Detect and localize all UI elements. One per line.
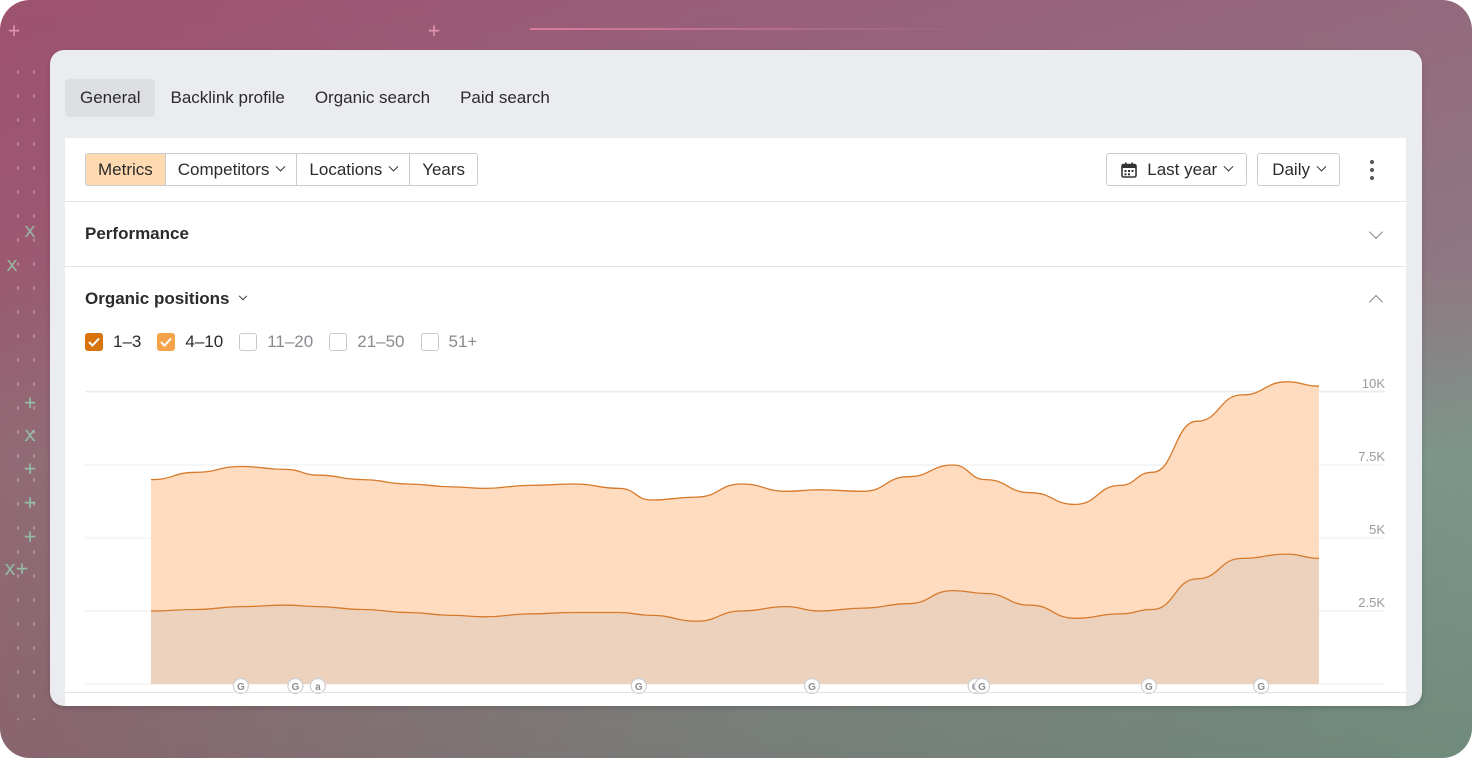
metrics-label: Metrics (98, 159, 153, 179)
tab-general[interactable]: General (65, 79, 156, 117)
filter-label: 1–3 (113, 332, 142, 351)
filter-51-plus[interactable]: 51+ (420, 332, 478, 352)
plus-mark-icon: + (24, 524, 37, 548)
filter-4-10[interactable]: 4–10 (157, 332, 223, 352)
period-label: Last year (1147, 159, 1218, 179)
analytics-card: General Backlink profile Organic search … (50, 50, 1422, 706)
years-label: Years (422, 159, 466, 179)
organic-positions-chart[interactable]: 2.5K 5K 7.5K 10K 0 22 Jul 2025 12 Sep 2025 3 No… (65, 368, 1406, 698)
checkbox-empty-icon[interactable] (239, 333, 258, 351)
tab-organic-search[interactable]: Organic search (300, 79, 445, 117)
chevron-down-icon (388, 161, 399, 172)
y-tick-label: 7.5K (1358, 449, 1385, 464)
plus-mark-icon: + (24, 390, 37, 414)
organic-positions-title: Organic positions (85, 289, 230, 308)
view-toolbar: Metrics Competitors Locations Years (85, 153, 479, 186)
granularity-label: Daily (1272, 159, 1310, 179)
x-tick-label: 12 Sep 2025 (261, 696, 335, 698)
filter-label: 4–10 (185, 332, 224, 351)
chevron-down-icon (1316, 161, 1327, 172)
plus-mark-icon: + (24, 490, 37, 514)
x-tick-label: 8 Apr 2026 (926, 696, 989, 698)
filter-label: 21–50 (357, 332, 405, 351)
x-tick-label: 25 Dec 2025 (591, 696, 665, 698)
divider (65, 692, 1406, 693)
filter-1-3[interactable]: 1–3 (85, 332, 141, 352)
y-tick-label: 5K (1369, 522, 1385, 537)
checkbox-empty-icon[interactable] (329, 333, 348, 351)
chevron-down-icon (1223, 161, 1234, 172)
x-tick-label: 22 Jul 2025 (99, 696, 166, 698)
granularity-dropdown[interactable]: Daily (1257, 153, 1340, 186)
background-line (530, 28, 970, 30)
locations-label: Locations (309, 159, 383, 179)
x-tick-label: 3 Nov 2025 (429, 696, 496, 698)
kebab-menu-icon[interactable] (1358, 153, 1386, 186)
years-button[interactable]: Years (410, 154, 478, 185)
chevron-down-icon (238, 291, 247, 301)
divider (65, 201, 1406, 202)
y-tick-label: 10K (1362, 376, 1385, 391)
competitors-label: Competitors (177, 159, 270, 179)
checkbox-checked-icon[interactable] (85, 333, 103, 351)
calendar-icon (1121, 162, 1138, 178)
organic-positions-header[interactable]: Organic positions (85, 289, 247, 309)
plus-mark-icon: + (24, 456, 37, 480)
filter-11-20[interactable]: 11–20 (239, 332, 313, 352)
competitors-dropdown[interactable]: Competitors (165, 154, 298, 185)
chevron-down-icon[interactable] (1368, 224, 1384, 240)
performance-header[interactable]: Performance (85, 224, 189, 244)
period-dropdown[interactable]: Last year (1106, 153, 1248, 186)
filter-label: 51+ (448, 332, 478, 351)
y-tick-label: 2.5K (1358, 595, 1385, 610)
right-tools: Last year Daily (1106, 153, 1386, 186)
filter-21-50[interactable]: 21–50 (329, 332, 405, 352)
x-tick-label: 15 Feb 2026 (756, 696, 829, 698)
top-tabs: General Backlink profile Organic search … (65, 79, 565, 117)
checkbox-empty-icon[interactable] (420, 333, 439, 351)
locations-dropdown[interactable]: Locations (297, 154, 411, 185)
chevron-down-icon (275, 161, 286, 172)
cross-mark-icon: x (24, 422, 37, 446)
cross-mark-icon: x (6, 252, 19, 276)
plus-mark-icon: + (428, 18, 441, 42)
cross-mark-icon: x+ (4, 556, 29, 580)
cross-mark-icon: x (24, 218, 37, 242)
tab-backlink-profile[interactable]: Backlink profile (155, 79, 299, 117)
overview-panel: Metrics Competitors Locations Years Last… (65, 138, 1406, 706)
tab-paid-search[interactable]: Paid search (445, 79, 565, 117)
divider (65, 266, 1406, 267)
checkbox-checked-icon[interactable] (157, 333, 176, 351)
chevron-up-icon[interactable] (1368, 294, 1384, 310)
metrics-button[interactable]: Metrics (86, 154, 166, 185)
x-tick-label: 30 May 2026 (1085, 696, 1160, 698)
plus-mark-icon: + (8, 18, 21, 42)
position-filters: 1–3 4–10 11–20 21–50 51+ (85, 332, 477, 352)
y-tick-label: 0 (1378, 696, 1385, 698)
x-tick-label: 21 Jul 2026 (1253, 696, 1320, 698)
filter-label: 11–20 (267, 332, 314, 351)
